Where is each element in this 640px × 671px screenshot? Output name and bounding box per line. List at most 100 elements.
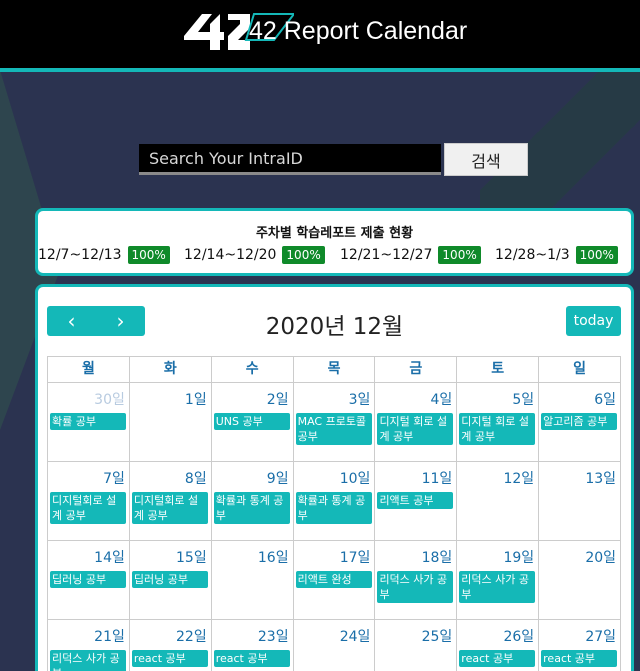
calendar-event[interactable]: 디지털회로 설계 공부 [131,492,208,524]
calendar-day-cell[interactable]: 14일딥러닝 공부 [48,541,130,620]
day-number[interactable]: 30일 [94,389,125,409]
calendar-day-cell[interactable]: 10일확률과 통계 공부 [293,462,376,541]
day-number[interactable]: 2일 [267,389,289,409]
calendar-day-cell[interactable]: 13일 [539,462,622,541]
calendar-grid: 월 화 수 목 금 토 일 30일확률 공부 1일 2일 UNS 공부 3일 MAC 프로… [47,356,622,671]
calendar-day-cell[interactable]: 2일 UNS 공부 [211,383,294,462]
calendar-day-cell[interactable]: 16일 [211,541,294,620]
day-number[interactable]: 19일 [503,547,534,567]
calendar-event[interactable]: 딥러닝 공부 [131,571,208,588]
weekday-header: 목 [293,357,376,383]
day-number[interactable]: 20일 [585,547,616,567]
day-number[interactable]: 10일 [340,468,371,488]
day-number[interactable]: 24일 [340,626,371,646]
day-number[interactable]: 9일 [267,468,289,488]
calendar-event[interactable]: 확률 공부 [50,413,126,430]
calendar-month-title: 2020년 12월 [265,314,404,340]
week-percent-badge: 100% [127,246,170,264]
search-button[interactable]: 검색 [444,143,528,176]
calendar-day-cell[interactable]: 23일 react 공부 [212,620,294,671]
calendar-event[interactable]: 확률과 통계 공부 [213,492,290,524]
calendar-day-cell[interactable]: 15일딥러닝 공부 [129,541,212,620]
calendar-day-cell[interactable]: 6일알고리즘 공부 [539,383,622,462]
calendar-event[interactable]: MAC 프로토콜 공부 [295,413,372,445]
calendar-day-cell[interactable]: 26일 react 공부 [457,620,540,671]
calendar-event[interactable]: 리액트 완성 [295,571,372,588]
day-number[interactable]: 11일 [422,468,453,488]
report-week-3: 12/21~12/27 100% [340,246,481,264]
calendar-week-row: 7일 디지털회로 설계 공부 8일 디지털회로 설계 공부 9일 확률과 통계 공부 10일… [48,462,622,541]
calendar-event[interactable]: react 공부 [541,650,618,667]
calendar-event[interactable]: 디지털 회로 설계 공부 [459,413,536,445]
week-percent-badge: 100% [575,246,618,264]
day-number[interactable]: 13일 [585,468,616,488]
calendar-event[interactable]: 디지털 회로 설계 공부 [377,413,454,445]
calendar-day-cell[interactable]: 20일 [539,541,622,620]
day-number[interactable]: 22일 [176,626,207,646]
calendar-day-cell[interactable]: 25일 [375,620,458,671]
calendar-day-cell[interactable]: 7일디지털회로 설계 공부 [48,462,130,541]
calendar-day-cell[interactable]: 11일리액트 공부 [375,462,458,541]
calendar-day-cell[interactable]: 12일 [457,462,540,541]
day-number[interactable]: 12일 [503,468,534,488]
calendar-day-cell[interactable]: 19일리덕스 사가 공부 [457,541,540,620]
calendar-event[interactable]: UNS 공부 [213,413,290,430]
day-number[interactable]: 18일 [422,547,453,567]
day-number[interactable]: 14일 [94,547,125,567]
calendar-week-row: 30일 확률 공부 1일 2일 UNS 공부 3일 MAC 프로토콜 공부 4일 디지털 회로 … [48,383,622,462]
calendar-day-cell[interactable]: 21일리덕스 사가 공부 [48,620,130,671]
week-percent-badge: 100% [282,246,325,264]
calendar-day-cell[interactable]: 4일디지털 회로 설계 공부 [375,383,458,462]
calendar-event[interactable]: 리덕스 사가 공부 [459,571,536,603]
calendar-day-cell[interactable]: 24일 [294,620,376,671]
day-number[interactable]: 15일 [176,547,207,567]
weekday-header-row: 월 화 수 목 금 토 일 [48,357,622,383]
day-number[interactable]: 21일 [94,626,125,646]
week-range: 12/14~12/20 [184,247,277,263]
weekday-header: 화 [129,357,212,383]
day-number[interactable]: 16일 [258,547,289,567]
day-number[interactable]: 4일 [431,389,453,409]
calendar-event[interactable]: 리액트 공부 [377,492,454,509]
calendar-day-cell[interactable]: 27일 react 공부 [539,620,622,671]
day-number[interactable]: 1일 [185,389,207,409]
search-input[interactable] [139,144,441,175]
day-number[interactable]: 26일 [503,626,534,646]
calendar-event[interactable]: 리덕스 사가 공부 [377,571,454,603]
calendar-event[interactable]: react 공부 [459,650,536,667]
calendar-day-cell[interactable]: 30일확률 공부 [48,383,130,462]
calendar-event[interactable]: react 공부 [131,650,208,667]
calendar-event[interactable]: react 공부 [213,650,290,667]
calendar-day-cell[interactable]: 3일 MAC 프로토콜 공부 [293,383,376,462]
day-number[interactable]: 5일 [512,389,534,409]
today-button[interactable]: today [566,306,621,336]
calendar-day-cell[interactable]: 17일리액트 완성 [293,541,376,620]
calendar-week-row: 14일 딥러닝 공부 15일 딥러닝 공부 16일 17일 리액트 완성 18일 리덕스 사가 … [48,541,622,620]
calendar-day-cell[interactable]: 1일 [129,383,212,462]
calendar-day-cell[interactable]: 9일확률과 통계 공부 [211,462,294,541]
calendar-day-cell[interactable]: 18일리덕스 사가 공부 [375,541,458,620]
day-number[interactable]: 8일 [185,468,207,488]
report-week-4: 12/28~1/3 100% [495,246,618,264]
weekday-header: 일 [539,357,622,383]
calendar-event[interactable]: 리덕스 사가 공부 [50,650,126,671]
day-number[interactable]: 23일 [258,626,289,646]
calendar-day-cell[interactable]: 8일디지털회로 설계 공부 [129,462,212,541]
calendar-event[interactable]: 확률과 통계 공부 [295,492,372,524]
calendar-day-cell[interactable]: 5일디지털 회로 설계 공부 [457,383,540,462]
day-number[interactable]: 3일 [349,389,371,409]
calendar-event[interactable]: 알고리즘 공부 [541,413,618,430]
report-week-2: 12/14~12/20 100% [184,246,325,264]
day-number[interactable]: 6일 [594,389,616,409]
calendar-event[interactable]: 딥러닝 공부 [50,571,126,588]
week-percent-badge: 100% [438,246,481,264]
day-number[interactable]: 27일 [585,626,616,646]
day-number[interactable]: 17일 [340,547,371,567]
calendar-event[interactable]: 디지털회로 설계 공부 [50,492,126,524]
day-number[interactable]: 7일 [103,468,125,488]
weekday-header: 금 [375,357,458,383]
weekday-header: 월 [48,357,130,383]
calendar-day-cell[interactable]: 22일 react 공부 [130,620,212,671]
day-number[interactable]: 25일 [422,626,453,646]
report-status-panel: 주차별 학습레포트 제출 현황 12/7~12/13 100% 12/14~12… [35,208,634,276]
